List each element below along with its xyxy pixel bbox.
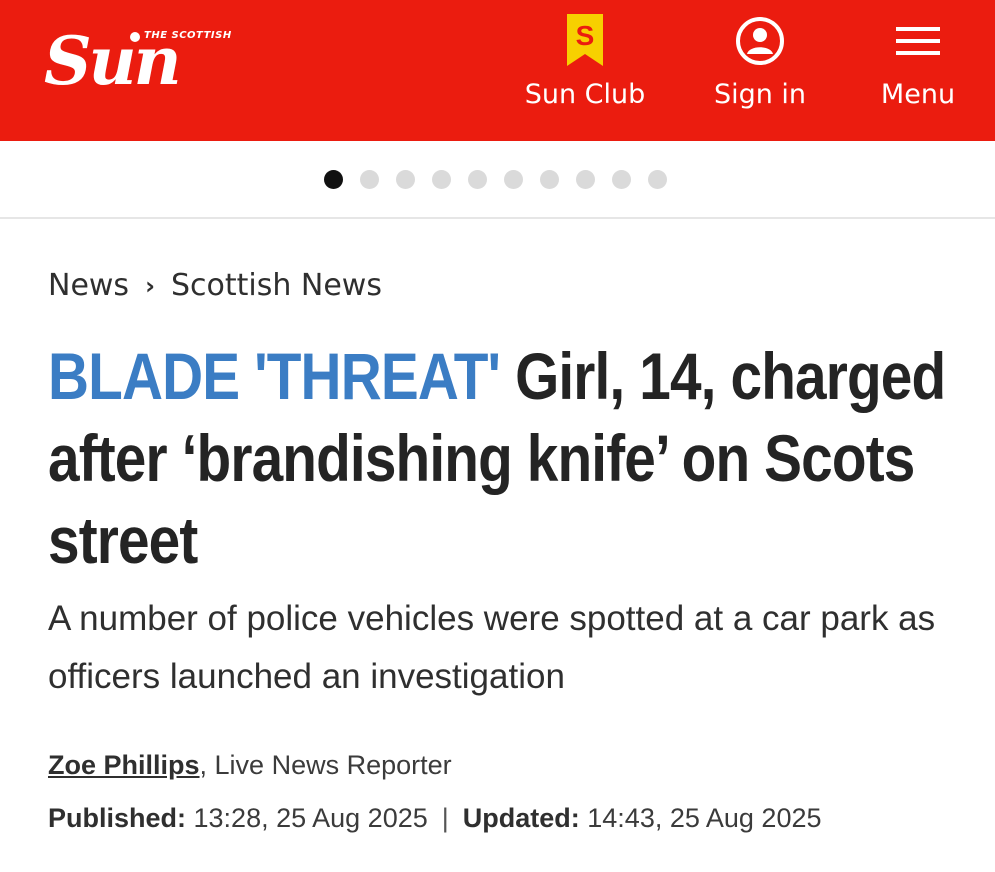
sun-club-label: Sun Club [524,79,646,110]
site-logo[interactable]: THE SCOTTISH Sun [44,22,249,100]
carousel-dot[interactable] [432,169,451,189]
carousel-dot[interactable] [360,169,379,189]
sun-club-button[interactable]: S Sun Club [520,10,650,110]
carousel-dot[interactable] [540,169,559,189]
byline: Zoe Phillips, Live News Reporter [48,750,452,781]
sign-in-button[interactable]: Sign in [700,10,820,110]
article-headline: BLADE 'THREAT' Girl, 14, charged after ‘… [48,335,960,581]
carousel-dot[interactable] [396,169,415,189]
user-icon [732,10,788,71]
updated-value: 14:43, 25 Aug 2025 [579,803,822,833]
carousel-dot[interactable] [612,169,631,189]
logo-wordmark: Sun [44,22,182,100]
carousel-dot[interactable] [504,169,523,189]
sun-club-badge-icon: S [557,10,613,71]
carousel-dot[interactable] [468,169,487,189]
breadcrumb: News › Scottish News [48,268,382,303]
hamburger-icon [890,10,946,71]
carousel-dots [324,169,667,189]
sun-club-badge-letter: S [576,20,595,51]
breadcrumb-chevron-icon: › [145,271,155,300]
masthead: THE SCOTTISH Sun S Sun Club Sign in Menu [0,0,995,141]
published-label: Published: [48,803,187,833]
carousel-indicator-bar [0,141,995,219]
breadcrumb-scottish-news[interactable]: Scottish News [171,268,382,303]
article-standfirst: A number of police vehicles were spotted… [48,599,936,696]
author-role: , Live News Reporter [199,750,452,780]
updated-label: Updated: [462,803,580,833]
menu-label: Menu [880,79,956,110]
carousel-dot[interactable] [648,169,667,189]
sign-in-label: Sign in [713,79,807,110]
date-separator: | [441,803,449,833]
article-dates: Published: 13:28, 25 Aug 2025 | Updated: 1… [48,803,822,834]
headline-kicker: BLADE 'THREAT' [48,339,501,413]
breadcrumb-news[interactable]: News [48,268,129,303]
author-link[interactable]: Zoe Phillips [48,750,200,780]
published-value: 13:28, 25 Aug 2025 [186,803,428,833]
carousel-dot[interactable] [324,169,343,189]
menu-button[interactable]: Menu [868,10,968,110]
carousel-dot[interactable] [576,169,595,189]
